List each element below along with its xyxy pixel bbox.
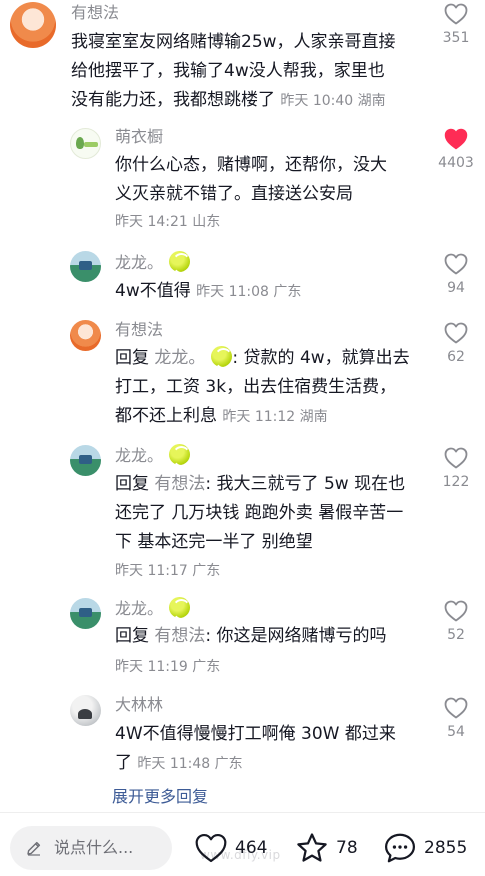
heart-icon [195,833,227,863]
comment-action-count: 2855 [424,838,468,858]
reply-line: 打工，工资 3k，出去住宿费生活费， [115,377,397,397]
comment-bubble-icon [384,833,416,863]
bottom-bar: 说点什么... www.dfiy.vip 464 78 2855 [0,813,485,876]
reply-text: 回复 有想法: 我大三就亏了 5w 现在也 还完了 几万块钱 跑跑外卖 暑假辛苦… [115,470,435,557]
avatar[interactable] [70,695,101,726]
reply-line: 回复 龙龙。: 贷款的 4w，就算出去 [115,346,410,369]
reply-line: 下 基本还完一半了 别绝望 [115,532,313,552]
heart-icon [444,3,468,25]
reply-meta: 昨天 11:08 广东 [196,284,302,300]
reply-author[interactable]: 龙龙。 [115,251,192,274]
comment-line: 没有能力还，我都想跳楼了 昨天 10:40 湖南 [71,90,386,110]
comment-text: 我寝室室友网络赌博输25w，人家亲哥直接 给他摆平了，我输了4w没人帮我，家里也… [71,28,431,116]
tennis-ball-icon [211,346,234,369]
like-button[interactable]: 122 [431,447,481,491]
favorite-action-button[interactable]: 78 [295,828,358,868]
reply-author[interactable]: 龙龙。 [115,444,192,467]
comment-input[interactable]: 说点什么... [10,826,172,870]
expand-more-replies-link[interactable]: 展开更多回复 [112,786,208,808]
avatar[interactable] [70,128,101,159]
like-button[interactable]: 62 [431,322,481,366]
like-count: 94 [447,280,465,296]
tennis-ball-icon [169,597,192,620]
reply-to-user[interactable]: 有想法 [154,626,205,646]
reply-meta: 昨天 11:12 湖南 [222,409,328,425]
reply-author[interactable]: 有想法 [115,319,163,341]
heart-filled-icon [444,128,468,150]
reply-author[interactable]: 大林林 [115,694,163,716]
comment-input-placeholder: 说点什么... [54,838,134,857]
comment-text: 你什么心态，赌博啊，还帮你，没大 义灭亲就不错了。直接送公安局 [115,151,435,209]
avatar[interactable] [70,320,101,351]
comment-action-button[interactable]: 2855 [383,828,467,868]
heart-icon [444,447,468,469]
like-button[interactable]: 4403 [431,128,481,172]
like-count: 4403 [438,155,474,171]
comment-line: 义灭亲就不错了。直接送公安局 [115,184,353,204]
pencil-icon [27,841,41,856]
reply-text: 回复 有想法: 你这是网络赌博亏的吗 [115,622,435,651]
reply-line: 还完了 几万块钱 跑跑外卖 暑假辛苦一 [115,503,404,523]
like-button[interactable]: 351 [431,3,481,47]
reply-text: 回复 龙龙。: 贷款的 4w，就算出去 打工，工资 3k，出去住宿费生活费， 都… [115,344,435,432]
like-button[interactable]: 94 [431,253,481,297]
tennis-ball-icon [169,251,192,274]
heart-icon [444,322,468,344]
like-count: 54 [447,724,465,740]
reply-line: 4w不值得 昨天 11:08 广东 [115,281,302,301]
heart-icon [444,600,468,622]
heart-icon [444,253,468,275]
reply-line: 4W不值得慢慢打工啊俺 30W 都过来 [115,724,396,744]
favorite-action-count: 78 [336,838,358,858]
tennis-ball-icon [169,444,192,467]
like-count: 351 [442,30,470,46]
reply-meta: 昨天 11:48 广东 [137,756,243,772]
reply-line: 回复 有想法: 你这是网络赌博亏的吗 [115,626,387,646]
heart-icon [444,697,468,719]
like-count: 52 [447,627,465,643]
comment-author[interactable]: 萌衣橱 [115,126,163,148]
like-button[interactable]: 54 [431,697,481,741]
reply-line: 回复 有想法: 我大三就亏了 5w 现在也 [115,474,406,494]
reply-line: 都不还上利息 昨天 11:12 湖南 [115,406,328,426]
reply-to-user[interactable]: 龙龙。 [154,346,234,369]
avatar[interactable] [10,2,56,48]
reply-line: 了 昨天 11:48 广东 [115,753,243,773]
reply-text: 4w不值得 昨天 11:08 广东 [115,277,435,307]
comment-line: 我寝室室友网络赌博输25w，人家亲哥直接 [71,32,396,52]
comment-meta: 昨天 10:40 湖南 [280,93,386,109]
comment-line: 你什么心态，赌博啊，还帮你，没大 [115,155,387,175]
like-button[interactable]: 52 [431,600,481,644]
avatar[interactable] [70,445,101,476]
reply-meta: 昨天 11:17 广东 [115,563,221,579]
like-action-count: 464 [235,838,268,858]
avatar[interactable] [70,598,101,629]
like-action-button[interactable]: 464 [194,828,267,868]
avatar[interactable] [70,251,101,282]
reply-meta: 昨天 11:19 广东 [115,659,221,675]
comment-line: 给他摆平了，我输了4w没人帮我，家里也 [71,61,385,81]
comment-meta: 昨天 14:21 山东 [115,214,221,230]
comment-author[interactable]: 有想法 [71,2,119,24]
like-count: 62 [447,349,465,365]
star-icon [297,833,327,862]
reply-text: 4W不值得慢慢打工啊俺 30W 都过来 了 昨天 11:48 广东 [115,720,435,779]
reply-to-user[interactable]: 有想法 [154,474,205,494]
reply-author[interactable]: 龙龙。 [115,597,192,620]
like-count: 122 [442,474,470,490]
